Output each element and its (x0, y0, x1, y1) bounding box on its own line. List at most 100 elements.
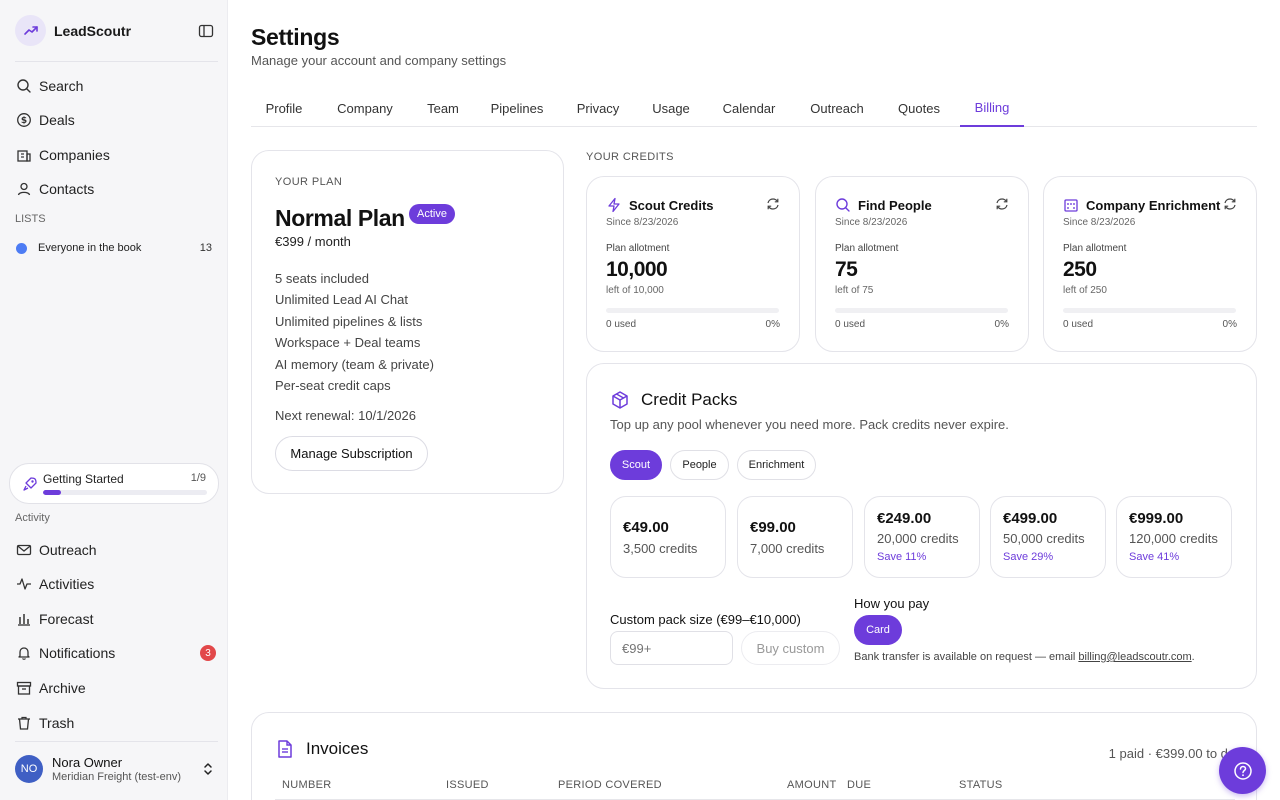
pack-credits: 20,000 credits (877, 531, 959, 546)
rocket-icon (22, 476, 38, 492)
tab-privacy[interactable]: Privacy (565, 90, 631, 127)
pack-option[interactable]: €249.00 20,000 credits Save 11% (864, 496, 980, 578)
pack-price: €49.00 (623, 519, 669, 536)
invoices-card: Invoices 1 paid · €399.00 to date NUMBER… (251, 712, 1257, 800)
credit-left: left of 10,000 (606, 285, 664, 296)
payment-method-label: How you pay (854, 596, 930, 611)
custom-pack-input[interactable] (610, 631, 733, 665)
tab-calendar[interactable]: Calendar (710, 90, 788, 127)
credit-title: Company Enrichment (1086, 198, 1221, 213)
plan-feature: Workspace + Deal teams (275, 335, 421, 350)
pack-price: €999.00 (1129, 510, 1184, 527)
credit-used: 0 used (835, 319, 866, 330)
column-header-issued[interactable]: ISSUED (446, 779, 489, 791)
getting-started-widget[interactable]: Getting Started 1/9 (9, 463, 219, 504)
refresh-icon[interactable] (1223, 197, 1237, 211)
refresh-icon[interactable] (995, 197, 1009, 211)
credit-card-scout: Scout Credits Since 8/23/2026 Plan allot… (586, 176, 800, 352)
lists-heading: LISTS (15, 213, 46, 225)
package-icon (610, 390, 630, 410)
nav-activities[interactable]: Activities (16, 572, 216, 596)
pulse-icon (16, 576, 32, 592)
nav-deals[interactable]: $ Deals (16, 108, 216, 132)
mail-icon (16, 542, 32, 558)
bolt-icon (606, 197, 622, 213)
tab-team[interactable]: Team (416, 90, 470, 127)
tab-outreach[interactable]: Outreach (797, 90, 877, 127)
nav-companies[interactable]: Companies (16, 143, 216, 167)
filter-people[interactable]: People (670, 450, 729, 480)
filter-enrichment[interactable]: Enrichment (737, 450, 816, 480)
nav-label: Search (39, 78, 84, 94)
pack-savings: Save 29% (1003, 551, 1054, 563)
bank-note-suffix: . (1191, 651, 1195, 663)
nav-outreach[interactable]: Outreach (16, 538, 216, 562)
column-header-period[interactable]: PERIOD COVERED (558, 779, 662, 791)
tab-pipelines[interactable]: Pipelines (479, 90, 555, 127)
nav-label: Outreach (39, 542, 97, 558)
nav-label: Archive (39, 680, 86, 696)
refresh-icon[interactable] (766, 197, 780, 211)
pack-credits: 7,000 credits (750, 541, 825, 556)
invoices-title: Invoices (306, 739, 369, 758)
nav-label: Companies (39, 147, 110, 163)
getting-started-count: 1/9 (190, 472, 206, 484)
tab-quotes[interactable]: Quotes (887, 90, 951, 127)
nav-archive[interactable]: Archive (16, 676, 216, 700)
credit-since: Since 8/23/2026 (606, 217, 679, 228)
pack-option[interactable]: €999.00 120,000 credits Save 41% (1116, 496, 1232, 578)
credit-left: left of 250 (1063, 285, 1107, 296)
renewal-date: Next renewal: 10/1/2026 (275, 408, 416, 423)
nav-label: Notifications (39, 645, 116, 661)
column-header-amount[interactable]: AMOUNT (787, 779, 836, 791)
filter-scout[interactable]: Scout (610, 450, 662, 480)
credit-percent: 0% (994, 319, 1009, 330)
pack-option[interactable]: €49.00 3,500 credits (610, 496, 726, 578)
buy-custom-button[interactable]: Buy custom (741, 631, 840, 665)
credit-percent: 0% (765, 319, 780, 330)
column-header-due[interactable]: DUE (847, 779, 871, 791)
user-icon (16, 181, 32, 197)
credit-title: Find People (858, 198, 932, 213)
trash-icon (16, 715, 32, 731)
tab-profile[interactable]: Profile (251, 90, 317, 127)
list-item-everyone[interactable]: Everyone in the book 13 (16, 240, 212, 256)
pack-option[interactable]: €499.00 50,000 credits Save 29% (990, 496, 1106, 578)
nav-contacts[interactable]: Contacts (16, 177, 216, 201)
brand[interactable]: LeadScoutr (15, 15, 131, 46)
plan-card: YOUR PLAN Normal Plan Active €399 / mont… (251, 150, 564, 494)
pack-savings: Save 11% (877, 551, 927, 563)
billing-email-link[interactable]: billing@leadscoutr.com (1078, 651, 1191, 663)
credit-percent: 0% (1222, 319, 1237, 330)
user-menu[interactable]: NO Nora Owner Meridian Freight (test-env… (15, 752, 215, 786)
column-header-status[interactable]: STATUS (959, 779, 1003, 791)
app-name: LeadScoutr (54, 22, 132, 39)
settings-tabs: Profile Company Team Pipelines Privacy U… (251, 90, 1257, 127)
credit-title: Scout Credits (629, 198, 714, 213)
sidebar-toggle-icon[interactable] (198, 23, 214, 39)
payment-card-option[interactable]: Card (854, 615, 902, 645)
page-title: Settings (251, 24, 340, 50)
pack-option[interactable]: €99.00 7,000 credits (737, 496, 853, 578)
nav-notifications[interactable]: Notifications 3 (16, 641, 216, 665)
divider (15, 61, 218, 62)
column-header-number[interactable]: NUMBER (282, 779, 331, 791)
credits-caption: YOUR CREDITS (586, 151, 674, 163)
manage-subscription-button[interactable]: Manage Subscription (275, 436, 428, 471)
tab-billing[interactable]: Billing (960, 90, 1024, 127)
svg-text:$: $ (21, 116, 27, 126)
nav-search[interactable]: Search (16, 74, 216, 98)
credit-since: Since 8/23/2026 (835, 217, 908, 228)
activity-heading: Activity (15, 512, 50, 524)
tab-usage[interactable]: Usage (642, 90, 700, 127)
help-circle-icon (1233, 761, 1253, 781)
pack-savings: Save 41% (1129, 551, 1180, 563)
tab-company[interactable]: Company (326, 90, 404, 127)
plan-feature: 5 seats included (275, 271, 369, 286)
credit-left: left of 75 (835, 285, 874, 296)
help-button[interactable] (1219, 747, 1266, 794)
nav-label: Forecast (39, 611, 94, 627)
credit-usage-bar (835, 308, 1008, 313)
nav-forecast[interactable]: Forecast (16, 607, 216, 631)
nav-trash[interactable]: Trash (16, 711, 216, 735)
